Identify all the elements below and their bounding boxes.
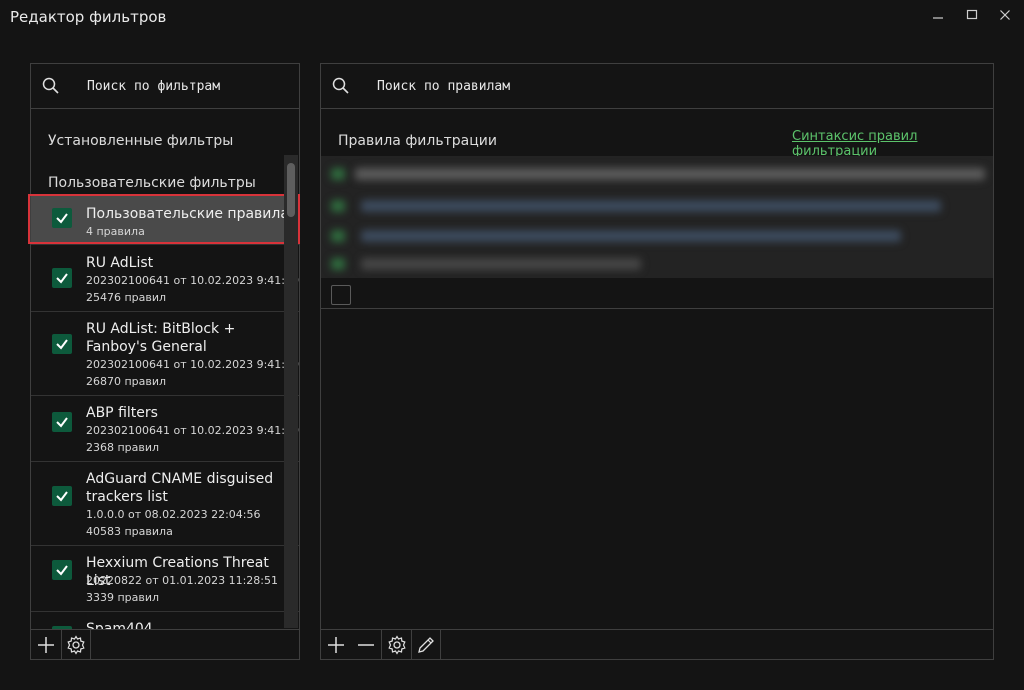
minus-icon [358,643,374,646]
filters-list: Пользовательские правила 4 правила RU Ad… [31,194,299,629]
maximize-icon [966,9,978,20]
filters-panel: Установленные фильтры Пользовательские ф… [30,63,300,660]
check-icon [56,339,68,350]
scrollbar-thumb[interactable] [287,163,295,217]
window-title: Редактор фильтров [10,8,167,26]
remove-rule-button[interactable] [351,630,381,659]
edit-rule-button[interactable] [411,630,441,659]
filter-rule-count: 2368 правил [86,441,160,454]
syntax-link[interactable]: Синтаксис правил фильтрации [792,129,993,159]
rules-search-input[interactable] [377,74,577,98]
filter-settings-button[interactable] [61,630,91,659]
gear-icon [67,634,85,655]
filter-rule-count: 4 правила [86,225,145,238]
filter-name: RU AdList [86,255,154,271]
new-rule-checkbox[interactable] [331,285,351,305]
filter-checkbox[interactable] [52,208,72,228]
check-icon [56,565,68,576]
filters-toolbar [31,629,299,659]
filter-name: ABP filters [86,405,158,421]
rules-toolbar [321,629,993,659]
filter-item-custom-rules[interactable]: Пользовательские правила 4 правила [31,196,299,245]
filter-name: AdGuard CNAME disguised trackers list [86,471,274,505]
check-icon [56,491,68,502]
minimize-button[interactable] [923,4,953,26]
gear-icon [387,634,406,655]
rules-search [321,64,993,109]
filter-name: RU AdList: BitBlock + Fanboy's General [86,321,236,355]
custom-filters-label[interactable]: Пользовательские фильтры [48,175,256,191]
title-bar: Редактор фильтров [0,0,1024,36]
filter-checkbox[interactable] [52,334,72,354]
filter-item-hexxium[interactable]: Hexxium Creations Threat List 20220822 о… [31,546,299,612]
filter-item-spam404[interactable]: Spam404 [31,612,299,629]
filter-item-adguard-cname[interactable]: AdGuard CNAME disguised trackers list 1.… [31,462,299,546]
filter-name: Spam404 [86,621,153,629]
rules-divider [321,308,993,309]
filter-version: 20220822 от 01.01.2023 11:28:51 [86,574,279,587]
installed-filters-label[interactable]: Установленные фильтры [48,133,233,149]
filter-rule-count: 3339 правил [86,591,160,604]
filter-version: 202302100641 от 10.02.2023 9:41:00 [86,358,299,371]
search-icon [332,77,349,94]
filter-item-ru-adlist-bitblock[interactable]: RU AdList: BitBlock + Fanboy's General 2… [31,312,299,396]
add-rule-button[interactable] [321,630,351,659]
maximize-button[interactable] [957,4,987,26]
check-icon [56,417,68,428]
filters-scrollbar[interactable] [284,155,298,628]
filter-item-abp-filters[interactable]: ABP filters 202302100641 от 10.02.2023 9… [31,396,299,462]
search-icon [42,77,59,94]
filters-search-input[interactable] [87,74,287,98]
check-icon [56,273,68,284]
rule-settings-button[interactable] [381,630,411,659]
filter-rule-count: 25476 правил [86,291,167,304]
filter-version: 202302100641 от 10.02.2023 9:41:00 [86,274,299,287]
filter-checkbox[interactable] [52,560,72,580]
minimize-icon [933,17,943,19]
filter-version: 1.0.0.0 от 08.02.2023 22:04:56 [86,508,261,521]
plus-icon [38,636,54,653]
rules-list-blurred [321,156,993,278]
rules-panel: Правила фильтрации Синтаксис правил филь… [320,63,994,660]
add-filter-button[interactable] [31,630,61,659]
filter-checkbox[interactable] [52,268,72,288]
filter-checkbox[interactable] [52,486,72,506]
filter-checkbox[interactable] [52,412,72,432]
rules-title: Правила фильтрации [338,133,497,149]
pencil-icon [418,636,434,653]
close-button[interactable] [990,4,1020,26]
filter-version: 202302100641 от 10.02.2023 9:41:00 [86,424,299,437]
filter-item-ru-adlist[interactable]: RU AdList 202302100641 от 10.02.2023 9:4… [31,246,299,312]
filters-search [31,64,299,109]
close-icon [1000,10,1010,20]
plus-icon [328,636,344,653]
filter-rule-count: 40583 правила [86,525,173,538]
filter-name: Пользовательские правила [86,206,289,222]
check-icon [56,213,68,224]
filter-rule-count: 26870 правил [86,375,167,388]
